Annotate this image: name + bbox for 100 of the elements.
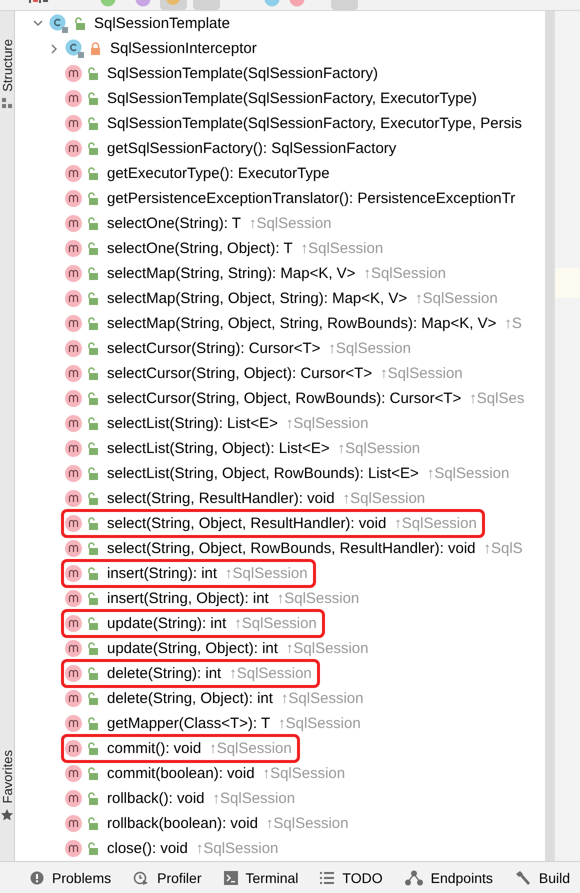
member-name[interactable]: select(String, Object, ResultHandler): void [107, 515, 386, 532]
method-icon [65, 815, 82, 832]
member-name[interactable]: selectMap(String, String): Map<K, V> [107, 265, 356, 282]
member-name[interactable]: commit(): void [107, 740, 202, 757]
member-name[interactable]: insert(String): int [107, 565, 218, 582]
method-icon [65, 715, 82, 732]
member-name[interactable]: selectOne(String, Object): T [107, 240, 293, 257]
method-icon [65, 790, 82, 807]
terminal-icon [224, 870, 238, 884]
inherited-from: ↑SqlSession [338, 440, 420, 457]
method-icon [65, 265, 82, 282]
inherited-from: ↑SqlSession [248, 215, 332, 232]
inherited-from: ↑SqlSession [196, 840, 278, 857]
member-name[interactable]: select(String, ResultHandler): void [107, 490, 335, 507]
member-name[interactable]: SqlSessionTemplate [94, 15, 230, 32]
inherited-from: ↑SqlSession [328, 340, 411, 357]
member-name[interactable]: selectMap(String, Object, String): Map<K, V> [107, 290, 408, 307]
inherited-from: ↑SqlS [484, 540, 523, 557]
member-name[interactable]: update(String, Object): int [107, 640, 278, 657]
method-icon [65, 590, 82, 607]
method-icon [65, 340, 82, 357]
inherited-from: ↑SqlSession [262, 765, 346, 782]
method-icon [65, 565, 82, 582]
tool-window-tab[interactable]: Terminal [224, 870, 298, 886]
inherited-from: ↑SqlSession [276, 590, 360, 607]
member-name[interactable]: SqlSessionTemplate(SqlSessionFactory, ExecutorType, Persis [107, 115, 522, 132]
tool-window-tab[interactable]: TODO [320, 870, 383, 886]
method-icon [65, 690, 82, 707]
member-name[interactable]: commit(boolean): void [107, 765, 255, 782]
method-icon [65, 665, 82, 682]
member-name[interactable]: getMapper(Class<T>): T [107, 715, 270, 732]
method-icon [65, 290, 82, 307]
warning-icon [30, 870, 44, 884]
side-tab[interactable]: Structure [0, 39, 14, 92]
inherited-from: ↑SqlSession [300, 240, 384, 257]
method-icon [65, 215, 82, 232]
method-icon [65, 65, 82, 82]
star-icon [1, 809, 13, 821]
member-name[interactable]: selectCursor(String, Object, RowBounds): Cursor<T> [107, 390, 462, 407]
method-icon [65, 540, 82, 557]
inherited-from: ↑SqlSession [380, 365, 463, 382]
method-icon [65, 740, 82, 757]
member-name[interactable]: close(): void [107, 840, 188, 857]
method-icon [65, 115, 82, 132]
inherited-from: ↑SqlSession [286, 415, 368, 432]
member-name[interactable]: selectList(String, Object): List<E> [107, 440, 330, 457]
method-icon [65, 615, 82, 632]
member-name[interactable]: getSqlSessionFactory(): SqlSessionFactory [107, 140, 396, 157]
member-name[interactable]: SqlSessionTemplate(SqlSessionFactory) [107, 65, 378, 82]
tool-window-tab[interactable]: Problems [30, 870, 112, 886]
tool-window-tab[interactable]: Endpoints [404, 870, 493, 886]
method-icon [65, 440, 82, 457]
class-icon [49, 14, 69, 34]
inherited-from: ↑SqlSession [363, 265, 446, 282]
method-icon [65, 490, 82, 507]
structure-icon [2, 98, 12, 109]
method-icon [65, 315, 82, 332]
member-name[interactable]: selectMap(String, Object, String, RowBounds): Map<K, V> [107, 315, 496, 332]
member-name[interactable]: insert(String, Object): int [107, 590, 269, 607]
method-icon [65, 140, 82, 157]
member-name[interactable]: delete(String, Object): int [107, 690, 273, 707]
member-name[interactable]: selectCursor(String, Object): Cursor<T> [107, 365, 372, 382]
inherited-from: ↑SqlSession [394, 515, 477, 532]
nodes-icon [404, 870, 423, 886]
inherited-from: ↑SqlSession [342, 490, 426, 507]
member-name[interactable]: selectList(String, Object, RowBounds): List<E> [107, 465, 419, 482]
member-name[interactable]: delete(String): int [107, 665, 222, 682]
member-name[interactable]: SqlSessionInterceptor [110, 40, 257, 57]
method-icon [65, 765, 82, 782]
method-icon [65, 840, 82, 857]
member-name[interactable]: selectList(String): List<E> [107, 415, 278, 432]
list-icon [320, 872, 334, 884]
member-name[interactable]: select(String, Object, RowBounds, ResultHandler): void [107, 540, 476, 557]
member-name[interactable]: rollback(boolean): void [107, 815, 258, 832]
inherited-from: ↑SqlSession [225, 565, 308, 582]
member-name[interactable]: SqlSessionTemplate(SqlSessionFactory, ExecutorType) [107, 90, 477, 107]
method-icon [65, 90, 82, 107]
inherited-from: ↑SqlSession [234, 615, 317, 632]
inherited-from: ↑SqlSession [286, 640, 368, 657]
member-name[interactable]: selectCursor(String): Cursor<T> [107, 340, 320, 357]
member-name[interactable]: getExecutorType(): ExecutorType [107, 165, 330, 182]
tool-window-tab[interactable]: Build [514, 870, 570, 886]
member-name[interactable]: getPersistenceExceptionTranslator(): PersistenceExceptionTr [107, 190, 516, 207]
side-tab[interactable]: Favorites [0, 750, 14, 803]
hammer-icon [514, 870, 531, 886]
member-name[interactable]: selectOne(String): T [107, 215, 241, 232]
method-icon [65, 640, 82, 657]
method-icon [65, 240, 82, 257]
tool-window-tab[interactable]: Profiler [133, 870, 202, 886]
inherited-from: ↑SqlSession [209, 740, 292, 757]
method-icon [65, 390, 82, 407]
inherited-from: ↑SqlSes [469, 390, 524, 407]
class-icon [65, 38, 85, 58]
inherited-from: ↑SqlSession [280, 690, 364, 707]
member-name[interactable]: rollback(): void [107, 790, 205, 807]
method-icon [65, 365, 82, 382]
stopwatch-icon [133, 870, 150, 886]
method-icon [65, 190, 82, 207]
member-name[interactable]: update(String): int [107, 615, 226, 632]
inherited-from: ↑SqlSession [266, 815, 348, 832]
